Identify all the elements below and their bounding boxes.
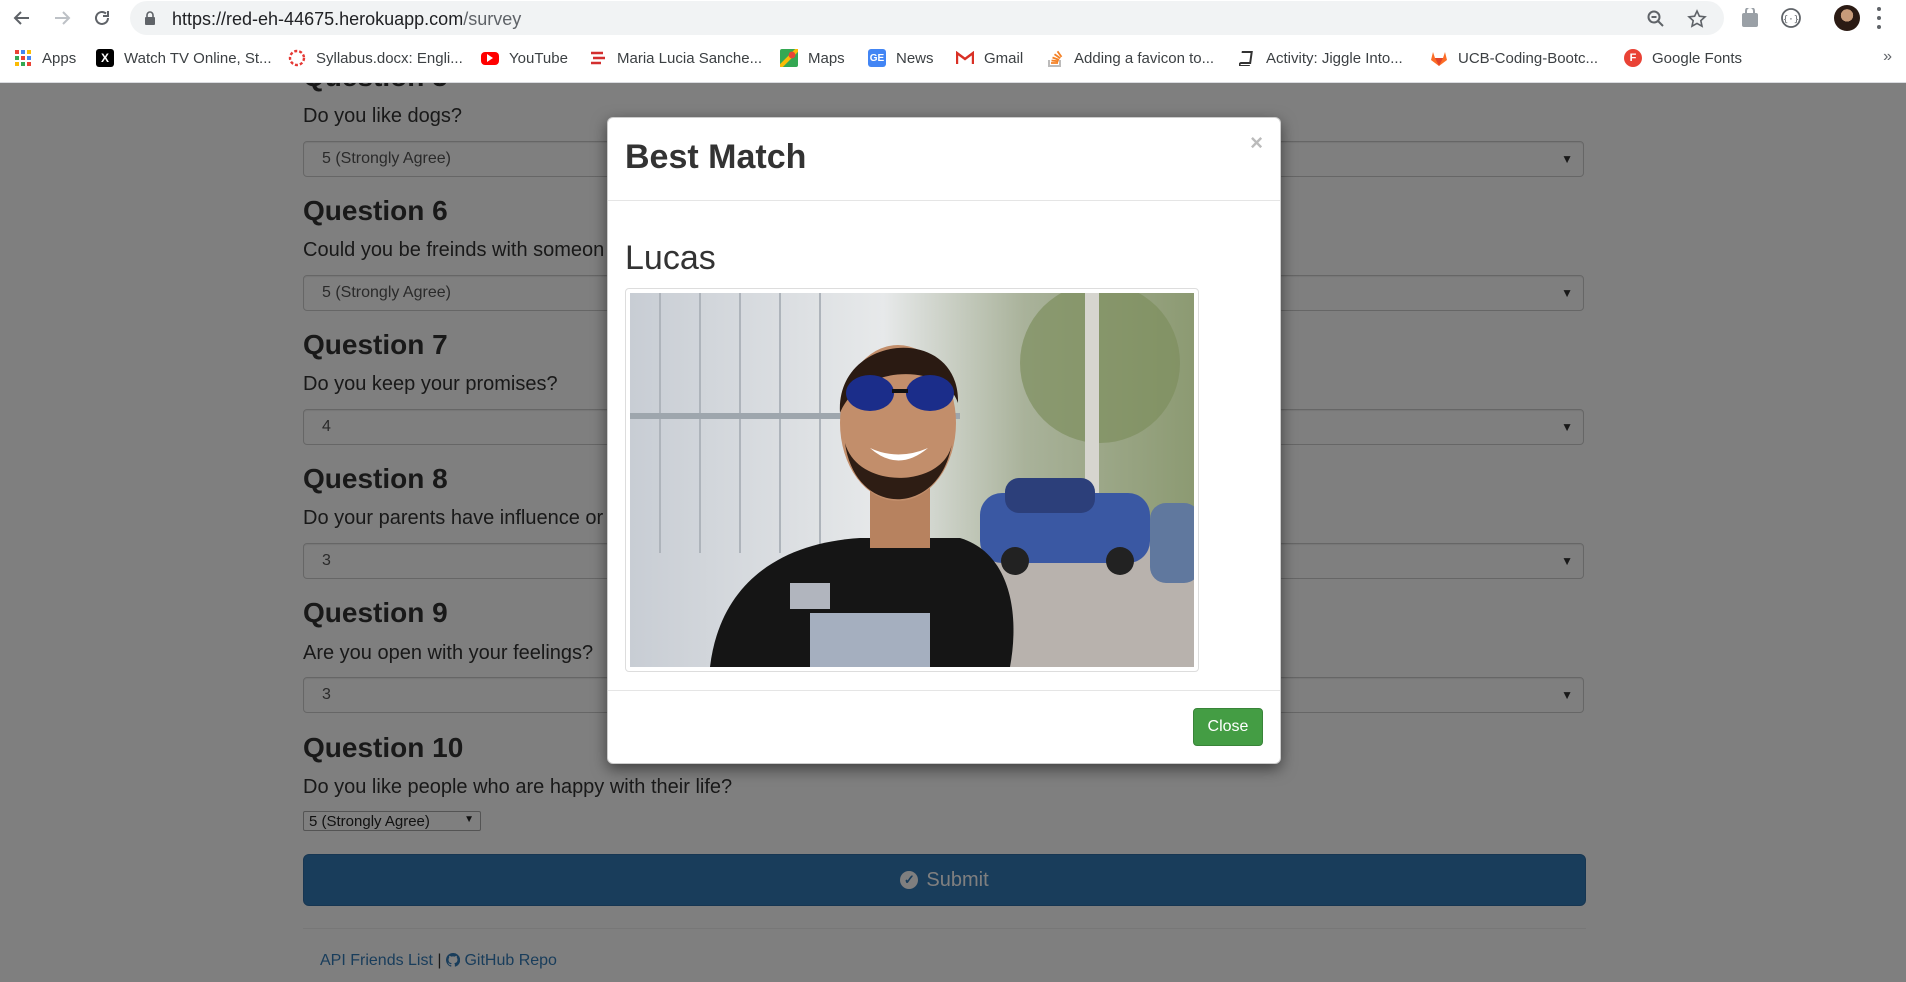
apps-grid-icon xyxy=(14,49,32,67)
circle-logo-icon xyxy=(288,49,306,67)
extension-code-icon[interactable]: {·} xyxy=(1779,6,1803,30)
bookmark-watch-tv[interactable]: X Watch TV Online, St... xyxy=(96,46,272,70)
close-icon[interactable]: × xyxy=(1250,130,1263,156)
modal-header: Best Match × xyxy=(608,118,1280,201)
bookmark-star-icon[interactable] xyxy=(1686,8,1708,30)
forward-icon[interactable] xyxy=(50,6,74,30)
back-icon[interactable] xyxy=(10,6,34,30)
close-button[interactable]: Close xyxy=(1193,708,1263,746)
bookmark-maria[interactable]: Maria Lucia Sanche... xyxy=(589,46,762,70)
bookmark-favicon[interactable]: Adding a favicon to... xyxy=(1046,46,1214,70)
best-match-modal: Best Match × Lucas Close xyxy=(607,117,1281,764)
bookmark-label: UCB-Coding-Bootc... xyxy=(1458,49,1599,67)
bolt-logo-icon xyxy=(589,49,607,67)
lock-icon xyxy=(144,11,156,30)
modal-footer-divider xyxy=(608,690,1280,691)
address-bar[interactable]: https://red-eh-44675.herokuapp.com/surve… xyxy=(130,1,1724,35)
bookmark-syllabus[interactable]: Syllabus.docx: Engli... xyxy=(288,46,463,70)
bookmark-google-fonts[interactable]: F Google Fonts xyxy=(1624,46,1742,70)
match-photo xyxy=(625,288,1199,672)
bookmark-gmail[interactable]: Gmail xyxy=(956,46,1023,70)
extension-bag-icon[interactable] xyxy=(1738,6,1762,30)
gitlab-icon xyxy=(1430,49,1448,67)
menu-kebab-icon[interactable] xyxy=(1876,7,1882,29)
book-icon xyxy=(1238,49,1256,67)
zoom-icon[interactable] xyxy=(1645,8,1667,30)
bookmark-label: Google Fonts xyxy=(1652,49,1743,67)
bookmark-label: Gmail xyxy=(984,49,1024,67)
bookmark-label: Syllabus.docx: Engli... xyxy=(316,49,463,67)
modal-title: Best Match xyxy=(625,138,807,176)
bookmark-label: Apps xyxy=(42,49,77,67)
url-text: https://red-eh-44675.herokuapp.com/surve… xyxy=(172,9,522,29)
bookmark-youtube[interactable]: YouTube xyxy=(481,46,568,70)
bookmark-news[interactable]: GE News xyxy=(868,46,934,70)
bookmark-label: News xyxy=(896,49,934,67)
google-fonts-icon: F xyxy=(1624,49,1642,67)
bookmark-maps[interactable]: Maps xyxy=(780,46,845,70)
bookmarks-bar: Apps X Watch TV Online, St... Syllabus.d… xyxy=(0,36,1906,83)
bookmark-label: Watch TV Online, St... xyxy=(124,49,272,67)
bookmark-apps[interactable]: Apps xyxy=(14,46,76,70)
gmail-icon xyxy=(956,49,974,67)
bookmark-label: Maps xyxy=(808,49,845,67)
profile-avatar[interactable] xyxy=(1834,5,1860,31)
bookmark-activity[interactable]: Activity: Jiggle Into... xyxy=(1238,46,1403,70)
bookmark-label: Activity: Jiggle Into... xyxy=(1266,49,1403,67)
google-news-icon: GE xyxy=(868,49,886,67)
bookmark-label: Maria Lucia Sanche... xyxy=(617,49,763,67)
bookmark-label: Adding a favicon to... xyxy=(1074,49,1215,67)
reload-icon[interactable] xyxy=(90,6,114,30)
browser-toolbar: https://red-eh-44675.herokuapp.com/surve… xyxy=(0,0,1906,36)
youtube-icon xyxy=(481,51,499,65)
x-logo-icon: X xyxy=(96,49,114,67)
maps-icon xyxy=(780,49,798,67)
bookmarks-overflow-icon[interactable]: » xyxy=(1883,48,1892,66)
match-name: Lucas xyxy=(625,239,716,277)
bookmark-label: YouTube xyxy=(509,49,568,67)
stackoverflow-icon xyxy=(1046,49,1064,67)
bookmark-ucb[interactable]: UCB-Coding-Bootc... xyxy=(1430,46,1598,70)
svg-text:{·}: {·} xyxy=(1783,15,1799,25)
